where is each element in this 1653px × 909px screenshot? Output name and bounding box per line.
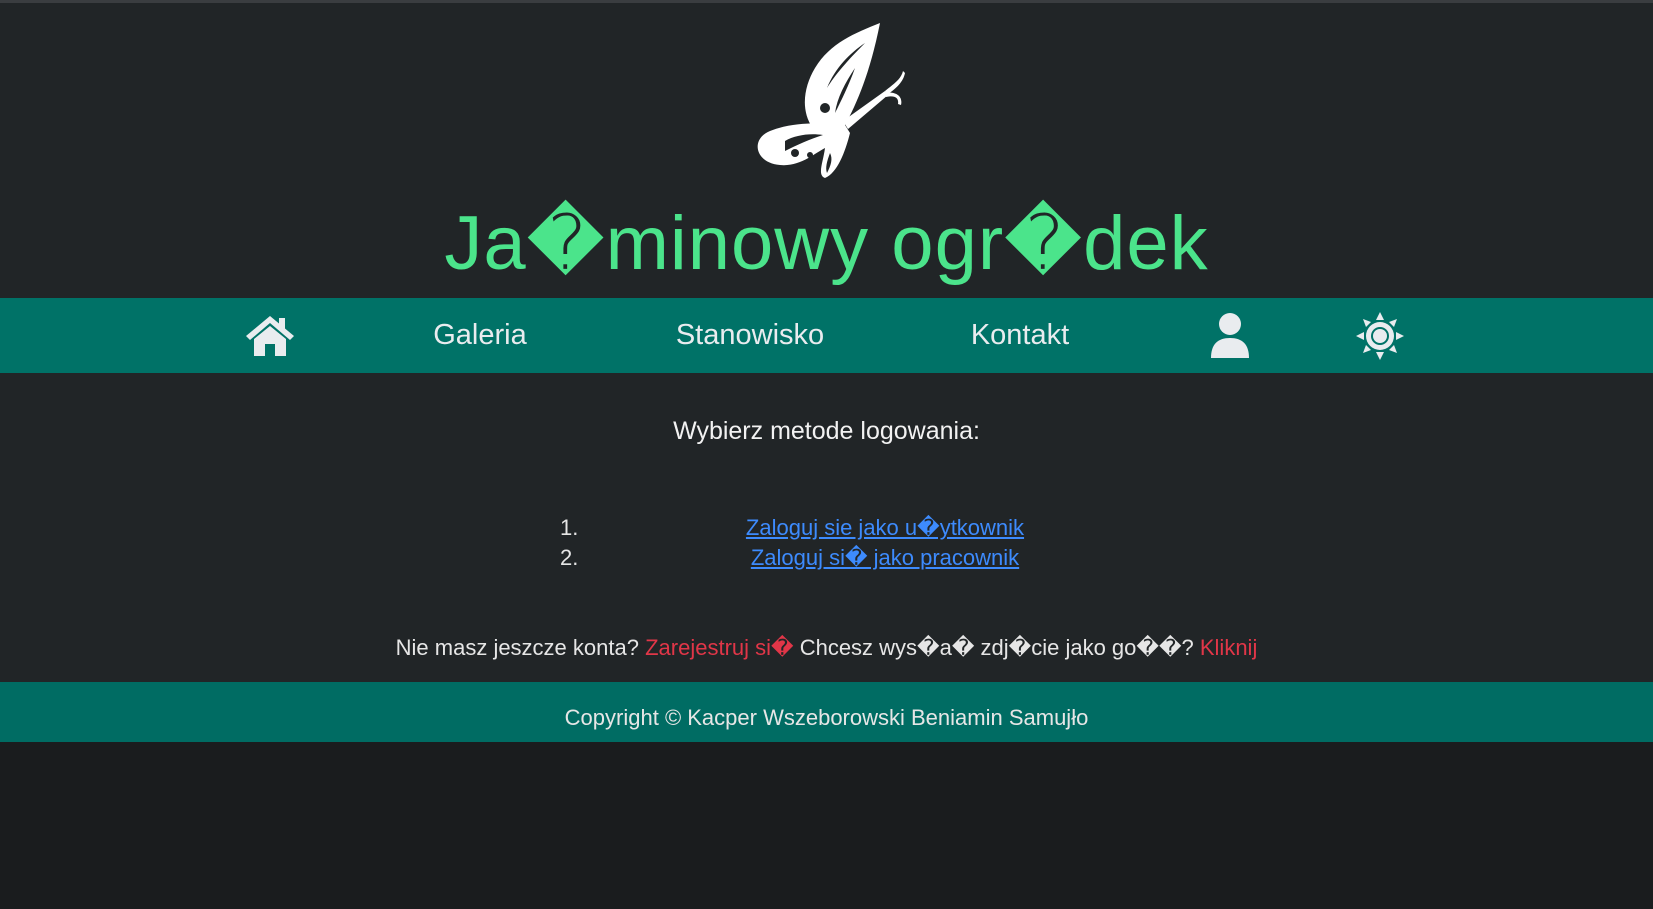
page: Ja�minowy ogr�dek Galeria Stanowisko Kon… <box>0 3 1653 742</box>
nav-kontakt-link[interactable]: Kontakt <box>940 298 1100 373</box>
main-nav: Galeria Stanowisko Kontakt <box>0 298 1653 373</box>
list-item: 2. Zaloguj si� jako pracownik <box>540 543 1040 573</box>
login-user-link[interactable]: Zaloguj sie jako u�ytkownik <box>540 513 1040 543</box>
theme-toggle-button[interactable] <box>1350 298 1410 373</box>
header: Ja�minowy ogr�dek <box>0 3 1653 298</box>
sun-icon <box>1356 311 1404 360</box>
site-title: Ja�minowy ogr�dek <box>444 201 1209 286</box>
nav-stanowisko-link[interactable]: Stanowisko <box>660 298 840 373</box>
nav-galeria-link[interactable]: Galeria <box>400 298 560 373</box>
login-options-list: 1. Zaloguj sie jako u�ytkownik 2. Zalogu… <box>540 513 1040 573</box>
footer: Copyright © Kacper Wszeborowski Beniamin… <box>0 682 1653 742</box>
register-link[interactable]: Zarejestruj si� <box>645 635 793 660</box>
login-employee-link[interactable]: Zaloguj si� jako pracownik <box>540 543 1040 573</box>
nav-user-button[interactable] <box>1200 298 1260 373</box>
login-method-heading: Wybierz metode logowania: <box>673 417 980 445</box>
main-content: Wybierz metode logowania: 1. Zaloguj sie… <box>0 373 1653 682</box>
home-icon <box>246 315 294 356</box>
copyright-text: Copyright © Kacper Wszeborowski Beniamin… <box>564 705 1089 730</box>
nav-home-link[interactable] <box>240 298 300 373</box>
register-line: Nie masz jeszcze konta? Zarejestruj si� … <box>0 635 1653 661</box>
list-item: 1. Zaloguj sie jako u�ytkownik <box>540 513 1040 543</box>
page-bottom-area <box>0 742 1653 909</box>
guest-prompt: Chcesz wys�a� zdj�cie jako go��? <box>799 635 1194 660</box>
butterfly-icon <box>757 23 905 178</box>
user-icon <box>1211 312 1249 358</box>
guest-upload-link[interactable]: Kliknij <box>1200 635 1257 660</box>
register-prompt: Nie masz jeszcze konta? <box>395 635 639 660</box>
